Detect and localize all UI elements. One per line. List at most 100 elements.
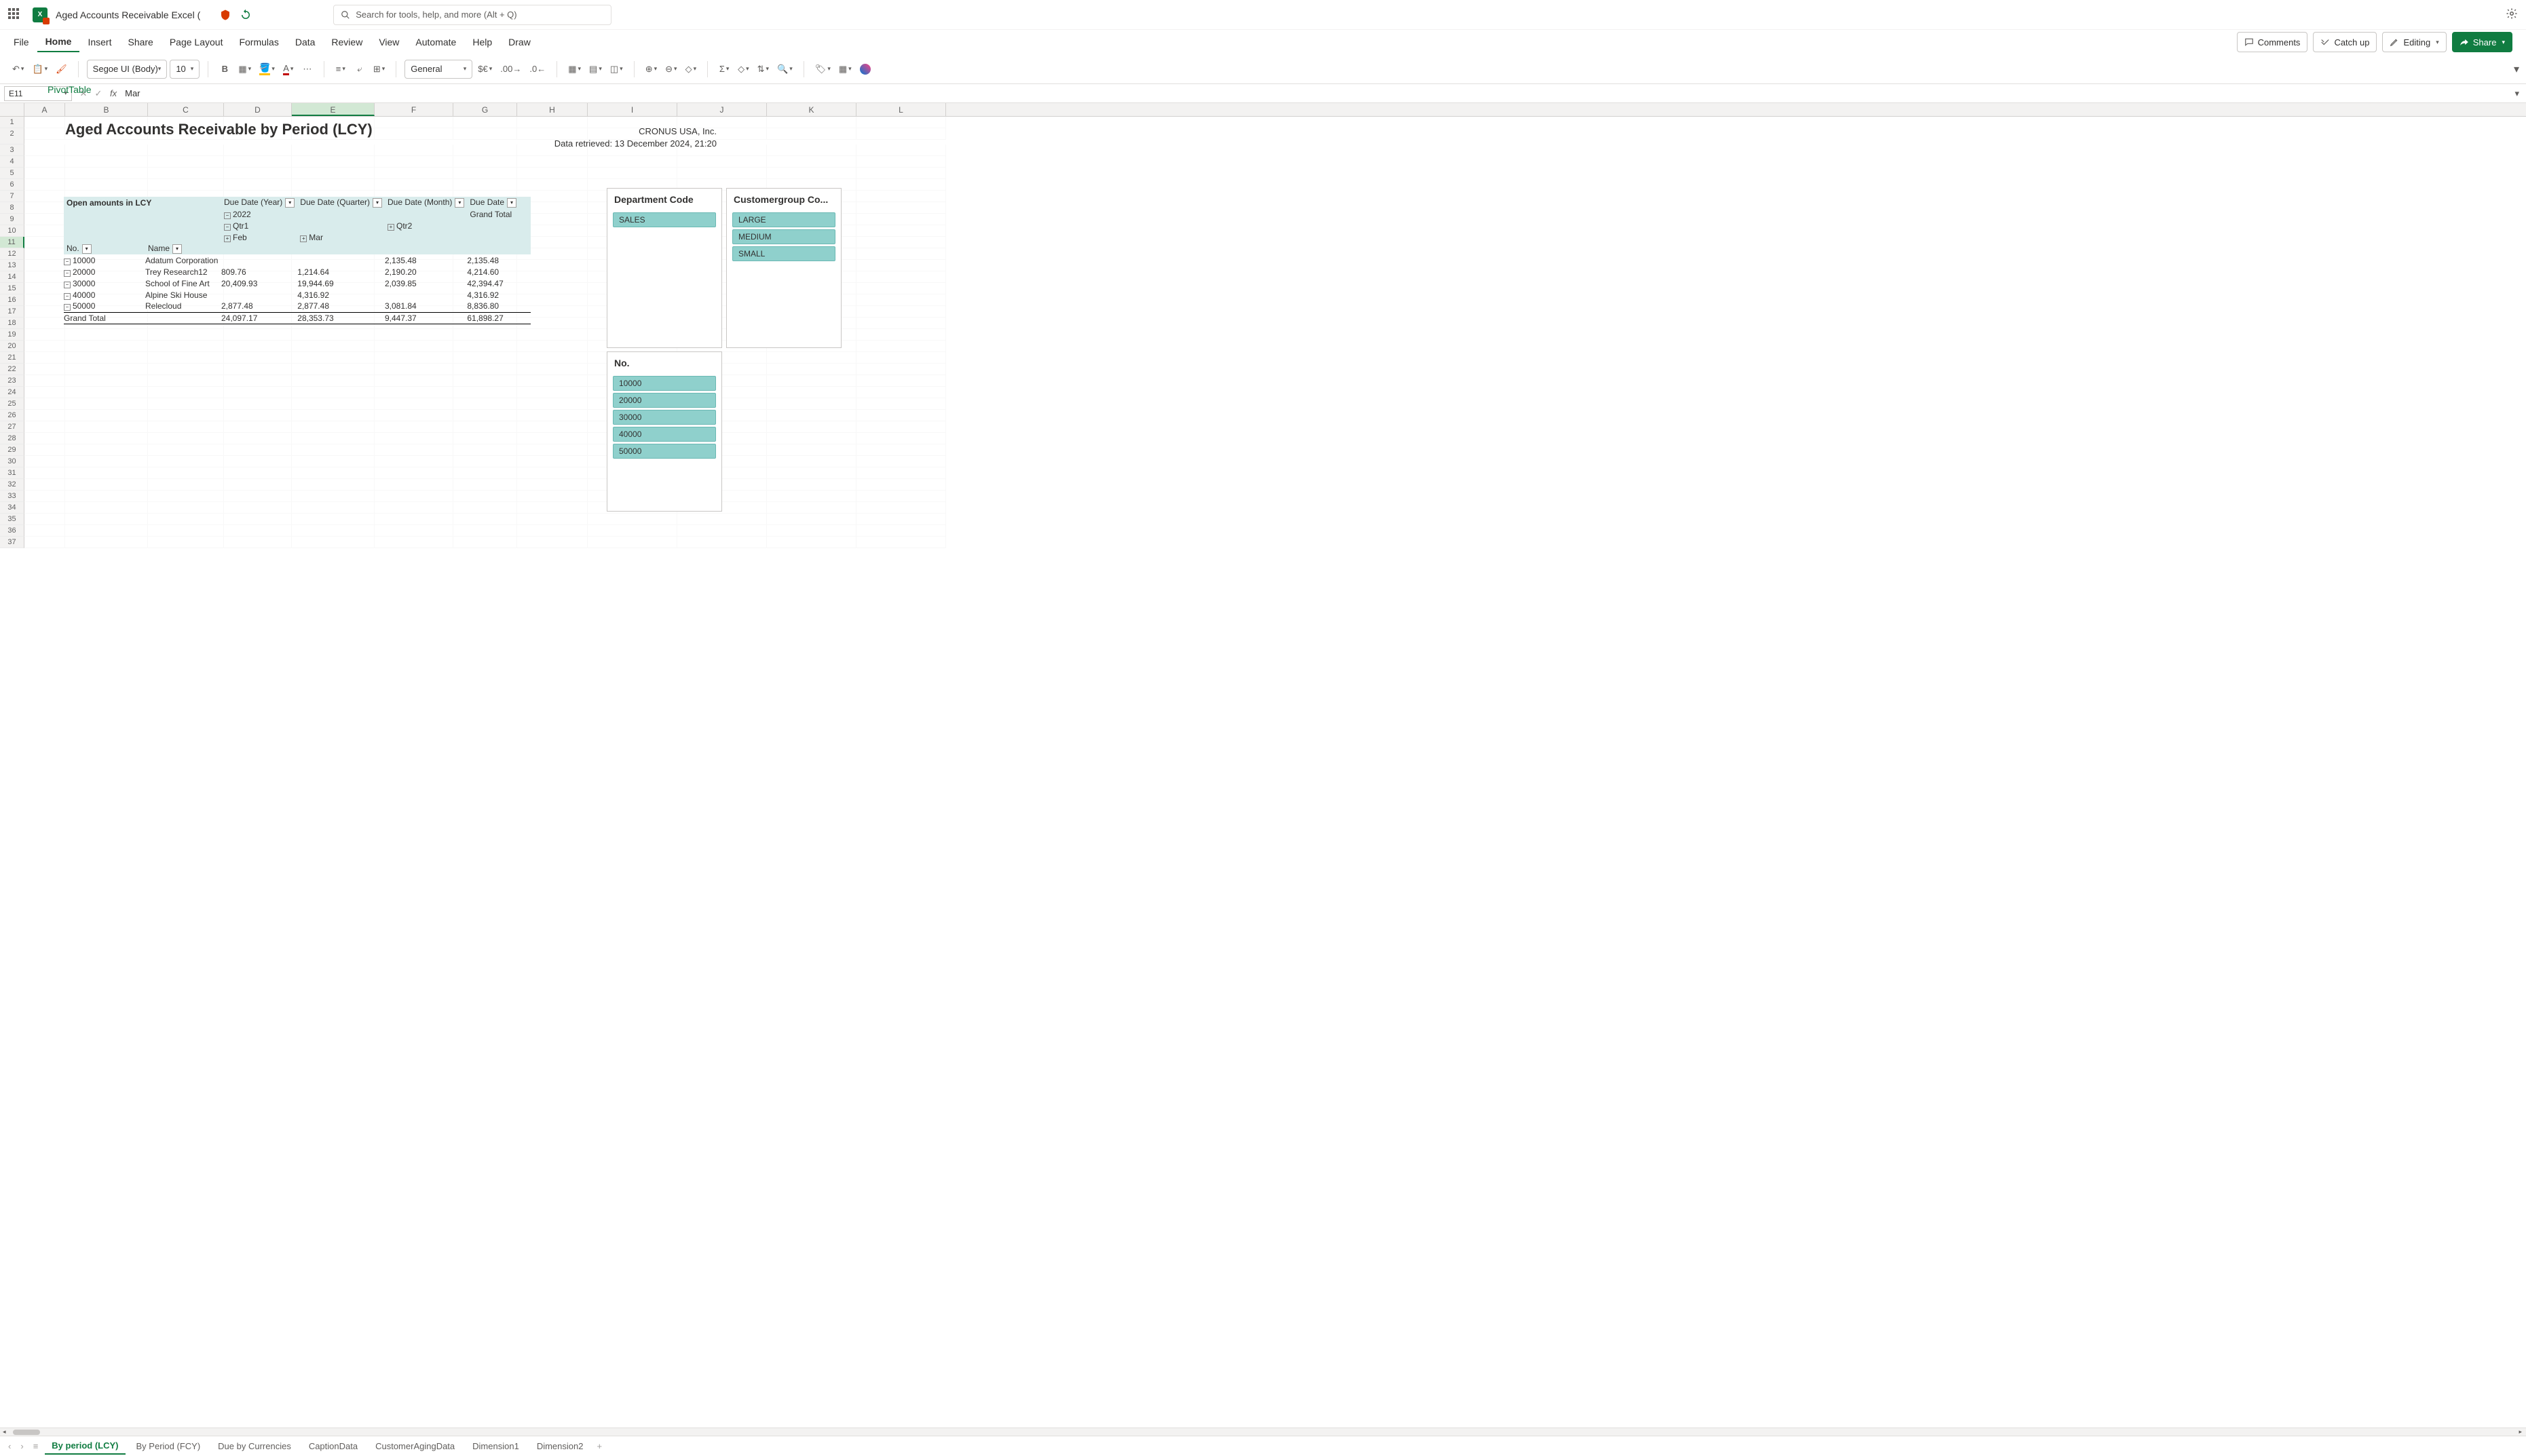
conditional-format-button[interactable]: ▦▾ [565,60,584,79]
horizontal-scrollbar[interactable]: ◂ ▸ [0,1428,2526,1436]
format-table-button[interactable]: ▤▾ [586,60,605,79]
row-header[interactable]: 18 [0,318,24,329]
row-header[interactable]: 30 [0,456,24,467]
fill-color-button[interactable]: 🪣▾ [257,60,278,79]
tab-home[interactable]: Home [37,32,80,52]
row-header[interactable]: 35 [0,514,24,525]
col-header-L[interactable]: L [856,103,946,116]
row-header[interactable]: 20 [0,341,24,352]
row-header[interactable]: 13 [0,260,24,271]
row-header[interactable]: 22 [0,364,24,375]
sheet-tab[interactable]: CustomerAgingData [369,1438,461,1454]
collapse-icon[interactable]: − [224,212,231,219]
all-sheets-button[interactable]: ≡ [31,1441,41,1451]
row-header[interactable]: 26 [0,410,24,421]
sync-icon[interactable] [240,9,252,21]
row-header[interactable]: 4 [0,156,24,168]
col-header-A[interactable]: A [24,103,65,116]
slicer-item[interactable]: 30000 [613,410,716,425]
clipboard-button[interactable]: 📋▾ [29,60,50,79]
slicer-item[interactable]: SMALL [732,246,835,261]
row-header[interactable]: 31 [0,467,24,479]
pivot-data-row[interactable]: −30000School of Fine Art20,409.9319,944.… [64,277,531,289]
clear-button[interactable]: ◇▾ [735,60,752,79]
row-header[interactable]: 37 [0,537,24,548]
increase-decimal-button[interactable]: .00→ [497,60,524,79]
catchup-button[interactable]: Catch up [2313,32,2377,52]
tab-view[interactable]: View [371,33,407,52]
tab-page-layout[interactable]: Page Layout [162,33,231,52]
pivot-table[interactable]: Open amounts in LCY Due Date (Year)▾ Due… [64,197,531,324]
dropdown-icon[interactable]: ▾ [82,244,92,254]
col-header-K[interactable]: K [767,103,856,116]
sheet-nav-prev[interactable]: ‹ [5,1441,14,1451]
more-font-button[interactable]: ⋯ [299,60,316,79]
slicer-item[interactable]: MEDIUM [732,229,835,244]
slicer-item[interactable]: 40000 [613,427,716,442]
delete-cells-button[interactable]: ⊖▾ [662,60,679,79]
col-header-C[interactable]: C [148,103,224,116]
slicer-customergroup[interactable]: Customergroup Co... LARGE MEDIUM SMALL [726,188,842,348]
tab-data[interactable]: Data [287,33,324,52]
row-header[interactable]: 3 [0,145,24,156]
sheet-tab[interactable]: By period (LCY) [45,1438,125,1455]
slicer-item[interactable]: LARGE [732,212,835,227]
comments-button[interactable]: Comments [2237,32,2308,52]
row-header[interactable]: 16 [0,294,24,306]
dropdown-icon[interactable]: ▾ [373,198,382,208]
fx-icon[interactable]: fx [106,88,121,98]
row-header[interactable]: 8 [0,202,24,214]
row-header[interactable]: 23 [0,375,24,387]
slicer-no[interactable]: No. 10000 20000 30000 40000 50000 [607,351,722,512]
copilot-button[interactable] [857,60,873,79]
merge-button[interactable]: ⊞▾ [371,60,388,79]
expand-icon[interactable]: + [224,235,231,242]
formula-input[interactable]: Mar [121,88,2508,98]
app-launcher-icon[interactable] [8,8,22,22]
decrease-decimal-button[interactable]: .0← [527,60,548,79]
pivot-data-row[interactable]: −50000Relecloud2,877.482,877.483,081.848… [64,301,531,312]
format-painter-button[interactable]: 🖌 [53,60,70,79]
row-header[interactable]: 27 [0,421,24,433]
row-header[interactable]: 24 [0,387,24,398]
row-header[interactable]: 15 [0,283,24,294]
tab-draw[interactable]: Draw [500,33,539,52]
tab-automate[interactable]: Automate [407,33,464,52]
tab-formulas[interactable]: Formulas [231,33,286,52]
pivot-data-row[interactable]: −10000Adatum Corporation2,135.482,135.48 [64,254,531,266]
expand-icon[interactable]: + [388,224,394,231]
row-header[interactable]: 10 [0,225,24,237]
font-size-select[interactable]: 10▾ [170,60,200,79]
row-header[interactable]: 17 [0,306,24,318]
collapse-icon[interactable]: − [64,282,71,288]
row-header[interactable]: 7 [0,191,24,202]
sort-filter-button[interactable]: ⇅▾ [755,60,772,79]
row-header[interactable]: 11 [0,237,24,248]
col-header-I[interactable]: I [588,103,677,116]
format-cells-button[interactable]: ◇▾ [683,60,700,79]
wrap-text-button[interactable]: ⤶ [352,60,368,79]
sheet-tab[interactable]: By Period (FCY) [130,1438,208,1454]
slicer-item[interactable]: 10000 [613,376,716,391]
insert-cells-button[interactable]: ⊕▾ [643,60,660,79]
row-header[interactable]: 14 [0,271,24,283]
collapse-icon[interactable]: − [64,304,71,311]
collapse-icon[interactable]: − [64,270,71,277]
row-header[interactable]: 2 [0,128,24,145]
tab-pivottable[interactable]: PivotTable [39,80,100,99]
font-family-select[interactable]: Segoe UI (Body)▾ [87,60,168,79]
select-all-corner[interactable] [0,103,24,116]
align-button[interactable]: ≡▾ [333,60,349,79]
collapse-icon[interactable]: − [224,224,231,231]
row-header[interactable]: 33 [0,491,24,502]
pivot-data-row[interactable]: −40000Alpine Ski House4,316.924,316.92 [64,289,531,301]
search-box[interactable]: Search for tools, help, and more (Alt + … [333,5,611,25]
cell-styles-button[interactable]: ◫▾ [607,60,626,79]
col-header-F[interactable]: F [375,103,453,116]
slicer-item[interactable]: SALES [613,212,716,227]
pivot-data-row[interactable]: −20000Trey Research12809.761,214.642,190… [64,266,531,277]
row-header[interactable]: 6 [0,179,24,191]
spreadsheet-grid[interactable]: A B C D E F G H I J K L 1234567891011121… [0,103,2526,1428]
col-header-G[interactable]: G [453,103,517,116]
expand-icon[interactable]: + [300,235,307,242]
